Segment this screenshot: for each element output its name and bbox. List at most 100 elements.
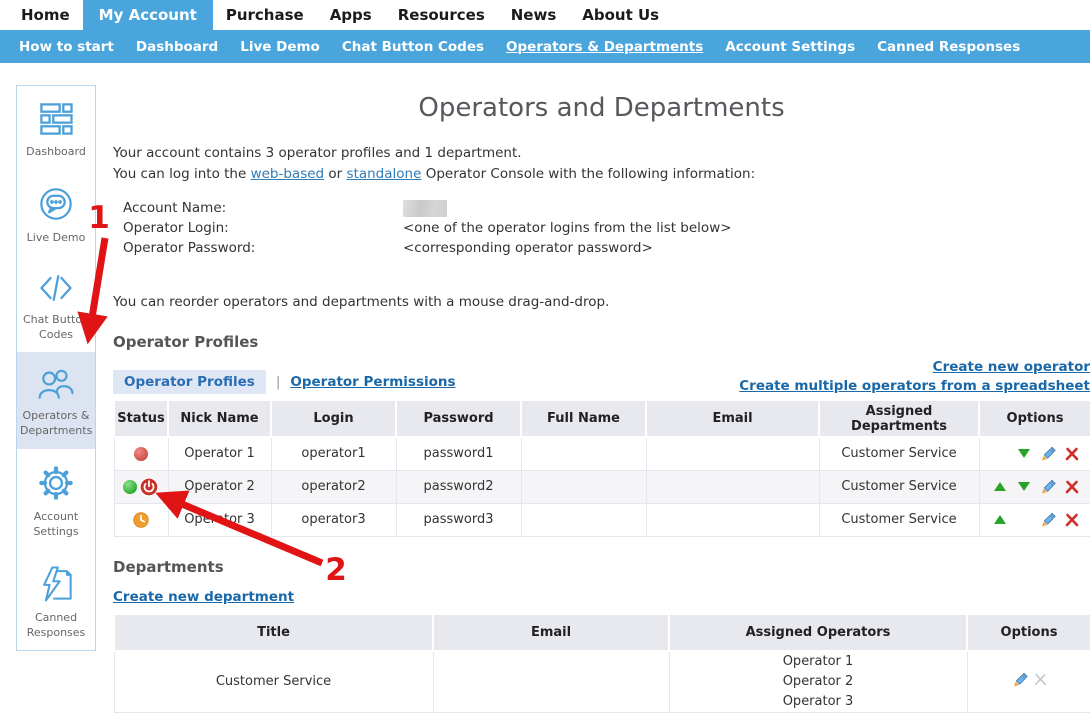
account-name-label: Account Name: <box>123 200 403 216</box>
top-nav-purchase[interactable]: Purchase <box>213 0 317 30</box>
login-cell: operator1 <box>271 437 396 470</box>
move-down-icon[interactable] <box>1014 479 1035 495</box>
col-title: Title <box>114 615 433 651</box>
page: Home My Account Purchase Apps Resources … <box>0 0 1090 722</box>
operator-password-label: Operator Password: <box>123 240 403 256</box>
sub-nav-canned-responses[interactable]: Canned Responses <box>866 39 1031 55</box>
departments-cell: Customer Service <box>819 503 979 536</box>
operator-profiles-heading: Operator Profiles <box>113 333 1090 351</box>
logout-power-icon[interactable] <box>139 477 159 497</box>
departments-heading: Departments <box>113 558 1090 576</box>
account-name-redacted-value <box>403 200 447 217</box>
operators-table: Status Nick Name Login Password Full Nam… <box>113 401 1090 537</box>
top-nav-home[interactable]: Home <box>8 0 83 30</box>
sidebar-item-account-settings[interactable]: Account Settings <box>17 449 95 550</box>
col-status: Status <box>114 401 168 437</box>
account-info: Account Name: Operator Login: <one of th… <box>123 198 1090 258</box>
web-based-link[interactable]: web-based <box>251 166 325 182</box>
col-email: Email <box>646 401 819 437</box>
create-multiple-operators-link[interactable]: Create multiple operators from a spreads… <box>739 378 1090 394</box>
operator-password-value: <corresponding operator password> <box>403 240 653 256</box>
tab-separator: | <box>276 374 281 390</box>
sidebar-item-label: Canned Responses <box>20 611 92 641</box>
create-new-department-link[interactable]: Create new department <box>113 589 294 605</box>
operator-login-row: Operator Login: <one of the operator log… <box>123 218 1090 238</box>
top-nav-apps[interactable]: Apps <box>317 0 385 30</box>
delete-x-icon[interactable] <box>1062 446 1083 462</box>
code-icon <box>34 268 78 308</box>
chat-bubble-icon <box>34 182 78 226</box>
password-cell: password1 <box>396 437 521 470</box>
page-title: Operators and Departments <box>113 93 1090 123</box>
operator-password-row: Operator Password: <corresponding operat… <box>123 238 1090 258</box>
col-full-name: Full Name <box>521 401 646 437</box>
edit-pencil-icon[interactable] <box>1012 672 1028 692</box>
sub-nav-live-demo[interactable]: Live Demo <box>229 39 331 55</box>
nick-name-cell: Operator 3 <box>168 503 271 536</box>
status-online-icon <box>123 480 137 494</box>
col-password: Password <box>396 401 521 437</box>
sub-nav-operators-departments[interactable]: Operators & Departments <box>495 39 714 55</box>
operator-tabs-row: Operator Profiles | Operator Permissions… <box>113 359 1090 394</box>
sidebar-item-label: Chat Button Codes <box>20 313 92 343</box>
gear-icon <box>34 461 78 505</box>
sidebar: Dashboard Live Demo Chat Button Codes <box>16 85 96 651</box>
sidebar-item-canned-responses[interactable]: Canned Responses <box>17 550 95 651</box>
operator-row-3[interactable]: Operator 3 operator3 password3 Customer … <box>114 503 1090 536</box>
col-email: Email <box>433 615 669 651</box>
move-down-icon[interactable] <box>1014 446 1035 462</box>
status-away-clock-icon <box>133 512 149 528</box>
tab-operator-permissions[interactable]: Operator Permissions <box>290 374 455 390</box>
sub-nav-how-to-start[interactable]: How to start <box>8 39 125 55</box>
operator-tabs: Operator Profiles | Operator Permissions <box>113 370 456 394</box>
lightning-page-icon <box>34 562 78 606</box>
col-options: Options <box>979 401 1090 437</box>
delete-x-disabled-icon <box>1034 673 1047 690</box>
operator-login-value: <one of the operator logins from the lis… <box>403 220 732 236</box>
edit-pencil-icon[interactable] <box>1038 512 1059 528</box>
operator-row-2[interactable]: Operator 2 operator2 password2 Customer … <box>114 470 1090 503</box>
sidebar-item-label: Live Demo <box>20 231 92 246</box>
sidebar-item-label: Dashboard <box>20 145 92 160</box>
email-cell <box>646 470 819 503</box>
departments-table-header: Title Email Assigned Operators Options <box>114 615 1090 651</box>
top-nav-my-account[interactable]: My Account <box>83 0 213 30</box>
sidebar-item-operators-departments[interactable]: Operators & Departments <box>17 352 95 449</box>
sidebar-item-label: Operators & Departments <box>20 409 92 439</box>
main-content: Operators and Departments Your account c… <box>113 85 1090 713</box>
department-email-cell <box>433 651 669 713</box>
nick-name-cell: Operator 2 <box>168 470 271 503</box>
sidebar-item-label: Account Settings <box>20 510 92 540</box>
operators-table-header: Status Nick Name Login Password Full Nam… <box>114 401 1090 437</box>
departments-table: Title Email Assigned Operators Options C… <box>113 615 1090 713</box>
top-nav-about-us[interactable]: About Us <box>569 0 672 30</box>
col-login: Login <box>271 401 396 437</box>
move-up-icon[interactable] <box>990 479 1011 495</box>
sidebar-item-chat-button-codes[interactable]: Chat Button Codes <box>17 256 95 353</box>
email-cell <box>646 503 819 536</box>
sidebar-item-dashboard[interactable]: Dashboard <box>17 86 95 170</box>
delete-x-icon[interactable] <box>1062 479 1083 495</box>
move-up-icon[interactable] <box>990 512 1011 528</box>
department-row-1[interactable]: Customer Service Operator 1 Operator 2 O… <box>114 651 1090 713</box>
operator-row-1[interactable]: Operator 1 operator1 password1 Customer … <box>114 437 1090 470</box>
intro-line-1: Your account contains 3 operator profile… <box>113 143 1090 164</box>
sub-nav-account-settings[interactable]: Account Settings <box>714 39 866 55</box>
sub-nav: How to start Dashboard Live Demo Chat Bu… <box>0 30 1090 63</box>
department-operators-cell: Operator 1 Operator 2 Operator 3 <box>669 651 967 713</box>
sub-nav-dashboard[interactable]: Dashboard <box>125 39 229 55</box>
edit-pencil-icon[interactable] <box>1038 479 1059 495</box>
top-nav-news[interactable]: News <box>498 0 570 30</box>
sidebar-item-live-demo[interactable]: Live Demo <box>17 170 95 256</box>
edit-pencil-icon[interactable] <box>1038 446 1059 462</box>
standalone-link[interactable]: standalone <box>347 166 422 182</box>
full-name-cell <box>521 503 646 536</box>
tab-operator-profiles[interactable]: Operator Profiles <box>113 370 266 394</box>
top-nav-resources[interactable]: Resources <box>385 0 498 30</box>
dashboard-icon <box>35 98 77 140</box>
login-cell: operator2 <box>271 470 396 503</box>
delete-x-icon[interactable] <box>1062 512 1083 528</box>
sub-nav-chat-button-codes[interactable]: Chat Button Codes <box>331 39 495 55</box>
create-new-operator-link[interactable]: Create new operator <box>933 359 1090 375</box>
intro-text: Your account contains 3 operator profile… <box>113 143 1090 185</box>
